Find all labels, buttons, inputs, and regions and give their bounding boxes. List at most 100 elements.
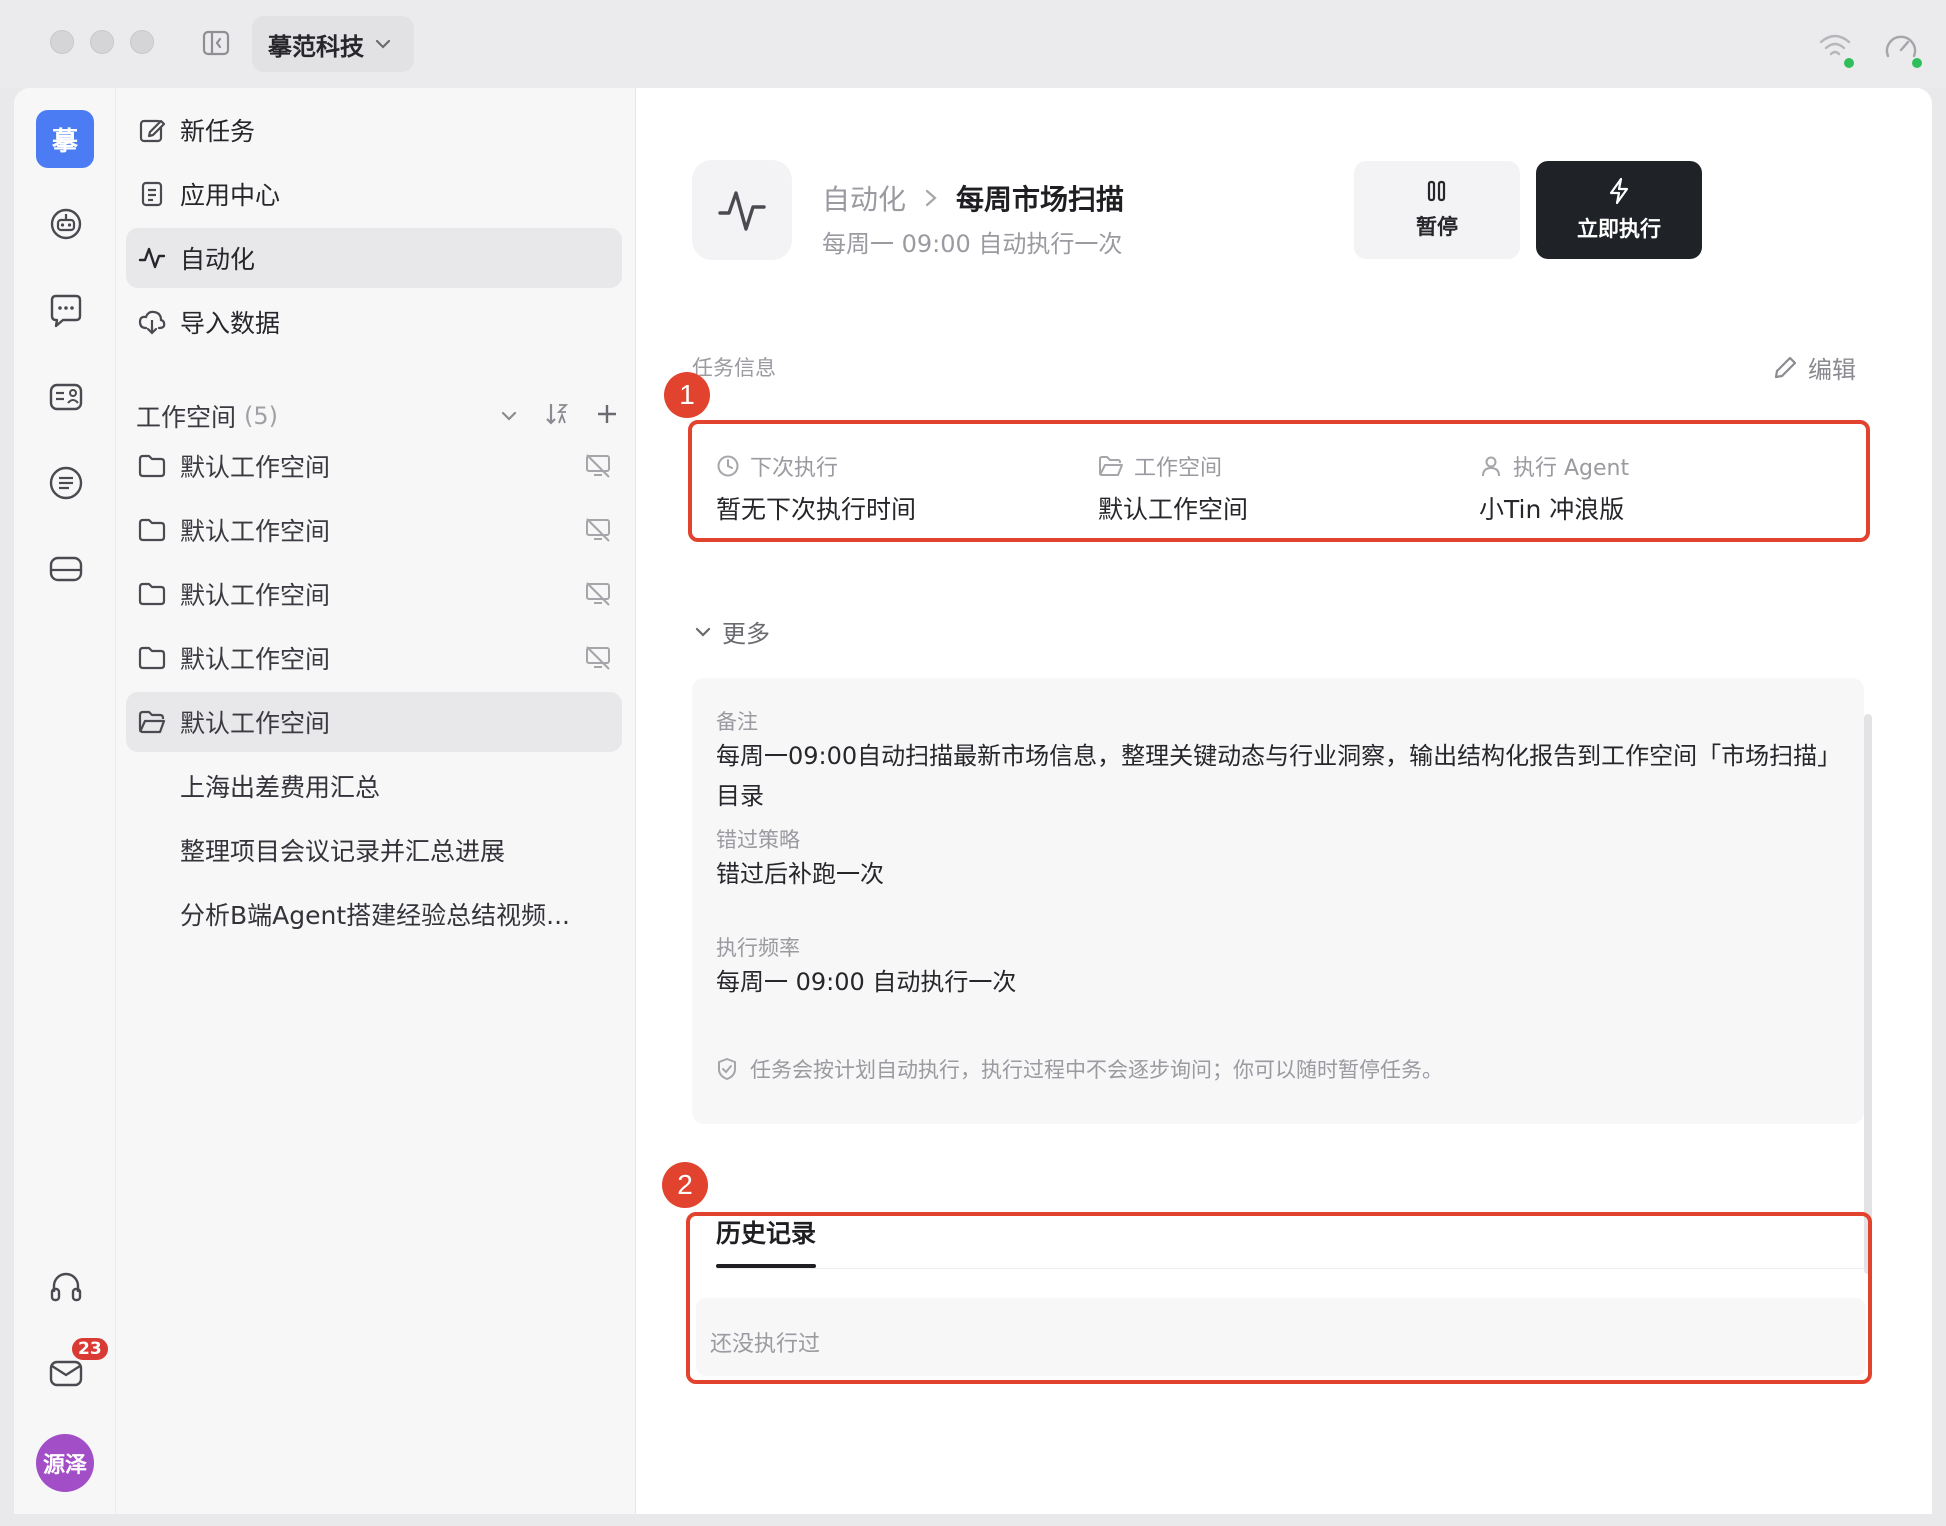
tab-active-indicator [716,1264,816,1268]
workspace-count: (5) [244,402,279,430]
nav-item-app-center[interactable]: 应用中心 [126,164,622,224]
nav-item-import-data[interactable]: 导入数据 [126,292,622,352]
history-list: 还没执行过 [696,1298,1866,1376]
nav-item-automation[interactable]: 自动化 [126,228,622,288]
mail-count-badge: 23 [70,1336,110,1362]
lightning-icon [1609,177,1629,205]
contact-card-icon[interactable] [47,378,85,416]
chevron-right-icon [925,189,937,207]
edit-button[interactable]: 编辑 [1772,350,1856,385]
tab-history[interactable]: 历史记录 [716,1214,816,1250]
window-close-button[interactable] [50,30,74,54]
workspace-item-label: 默认工作空间 [180,517,331,546]
workspace-title: 工作空间 [136,403,237,432]
task-info-row: 下次执行 暂无下次执行时间 工作空间 默认工作空间 执行 Agent 小Tin … [692,424,1866,538]
nav-item-new-task[interactable]: 新任务 [126,100,622,160]
org-name: 摹范科技 [268,32,364,61]
workspace-item[interactable]: 默认工作空间 [126,628,622,688]
annotation-marker-2: 2 [662,1162,708,1208]
breadcrumb: 自动化 每周市场扫描 [822,178,1124,218]
info-agent-value: 小Tin 冲浪版 [1479,495,1625,524]
workspace-item-open[interactable]: 默认工作空间 [126,692,622,752]
add-icon[interactable] [596,403,618,429]
workspace-task-item[interactable]: 上海出差费用汇总 [180,756,620,816]
main-content: 自动化 每周市场扫描 每周一 09:00 自动执行一次 暂停 立即执行 任务信息… [636,88,1932,1514]
shield-check-icon [718,1058,736,1080]
folder-icon [138,454,166,478]
clock-icon [717,455,739,477]
workspace-item-label: 默认工作空间 [180,709,331,738]
more-details-panel: 备注 每周一09:00自动扫描最新市场信息，整理关键动态与行业洞察，输出结构化报… [692,678,1864,1124]
schedule-subtitle: 每周一 09:00 自动执行一次 [822,230,1123,258]
info-next-run: 下次执行 暂无下次执行时间 [692,424,1052,538]
scrollbar[interactable] [1864,714,1872,1274]
info-next-run-value: 暂无下次执行时间 [716,495,917,524]
robot-icon[interactable] [47,204,85,242]
person-icon [1482,456,1500,477]
list-document-icon[interactable] [47,464,85,502]
workspace-item[interactable]: 默认工作空间 [126,436,622,496]
workspace-task-item[interactable]: 分析B端Agent搭建经验总结视频... [180,884,620,944]
section-label-task-info: 任务信息 [692,356,776,380]
app-window: 摹 23 源泽 新任务 应用中心 自动化 导入数据 工作空间 (5) 默认工作空… [14,88,1932,1514]
chat-icon[interactable] [47,292,85,330]
annotation-marker-1: 1 [664,372,710,418]
title-bar: 摹范科技 [0,0,1946,88]
chevron-down-icon [374,35,392,54]
folder-icon [138,582,166,606]
sort-icon[interactable] [544,401,570,431]
folder-icon [138,518,166,542]
nav-item-label: 应用中心 [180,181,281,210]
screen-off-icon[interactable] [584,645,612,671]
window-zoom-button[interactable] [130,30,154,54]
org-switcher[interactable]: 摹范科技 [252,16,414,72]
pause-button[interactable]: 暂停 [1354,161,1520,259]
pause-icon [1427,180,1446,202]
folder-open-icon [138,710,166,734]
icon-rail: 摹 23 源泽 [14,88,116,1514]
wifi-status-dot [1844,58,1854,68]
pulse-icon [138,247,166,269]
avatar[interactable]: 源泽 [36,1434,94,1492]
history-empty-text: 还没执行过 [710,1332,821,1357]
note-value: 每周一09:00自动扫描最新市场信息，整理关键动态与行业洞察，输出结构化报告到工… [716,742,1830,810]
info-agent-label: 执行 Agent [1513,456,1630,481]
screen-off-icon[interactable] [584,453,612,479]
cloud-download-icon [138,310,166,335]
more-toggle[interactable]: 更多 [694,614,770,649]
workspace-item-label: 默认工作空间 [180,581,331,610]
edit-icon [139,119,166,143]
screen-off-icon[interactable] [584,581,612,607]
app-logo[interactable]: 摹 [36,110,94,168]
run-now-button[interactable]: 立即执行 [1536,161,1702,259]
auto-run-notice-text: 任务会按计划自动执行，执行过程中不会逐步询问；你可以随时暂停任务。 [750,1058,1443,1082]
chevron-down-icon [695,627,711,637]
pause-button-label: 暂停 [1416,215,1458,239]
pencil-icon [1774,356,1797,378]
workspace-task-item[interactable]: 整理项目会议记录并汇总进展 [180,820,620,880]
workspace-item-label: 默认工作空间 [180,453,331,482]
folder-open-icon [1099,456,1123,476]
info-workspace-label: 工作空间 [1134,456,1223,481]
headset-icon[interactable] [47,1268,85,1306]
tab-divider [716,1268,1866,1269]
folder-icon [138,646,166,670]
gauge-status-dot [1912,58,1922,68]
workspace-item[interactable]: 默认工作空间 [126,564,622,624]
sidebar-toggle-icon[interactable] [202,30,230,56]
edit-button-label: 编辑 [1808,356,1856,384]
window-minimize-button[interactable] [90,30,114,54]
nav-item-label: 自动化 [180,245,256,274]
info-workspace: 工作空间 默认工作空间 [1074,424,1434,538]
run-now-button-label: 立即执行 [1577,217,1661,241]
screen-off-icon[interactable] [584,517,612,543]
chevron-down-icon[interactable] [500,407,518,426]
pulse-icon [718,191,766,231]
workspace-item[interactable]: 默认工作空间 [126,500,622,560]
nav-item-label: 导入数据 [180,309,281,338]
miss-policy-value: 错过后补跑一次 [716,860,884,888]
folder-tray-icon[interactable] [47,550,85,588]
page-title: 每周市场扫描 [956,183,1125,216]
breadcrumb-parent[interactable]: 自动化 [822,178,906,218]
auto-run-notice: 任务会按计划自动执行，执行过程中不会逐步询问；你可以随时暂停任务。 [716,1054,1443,1084]
